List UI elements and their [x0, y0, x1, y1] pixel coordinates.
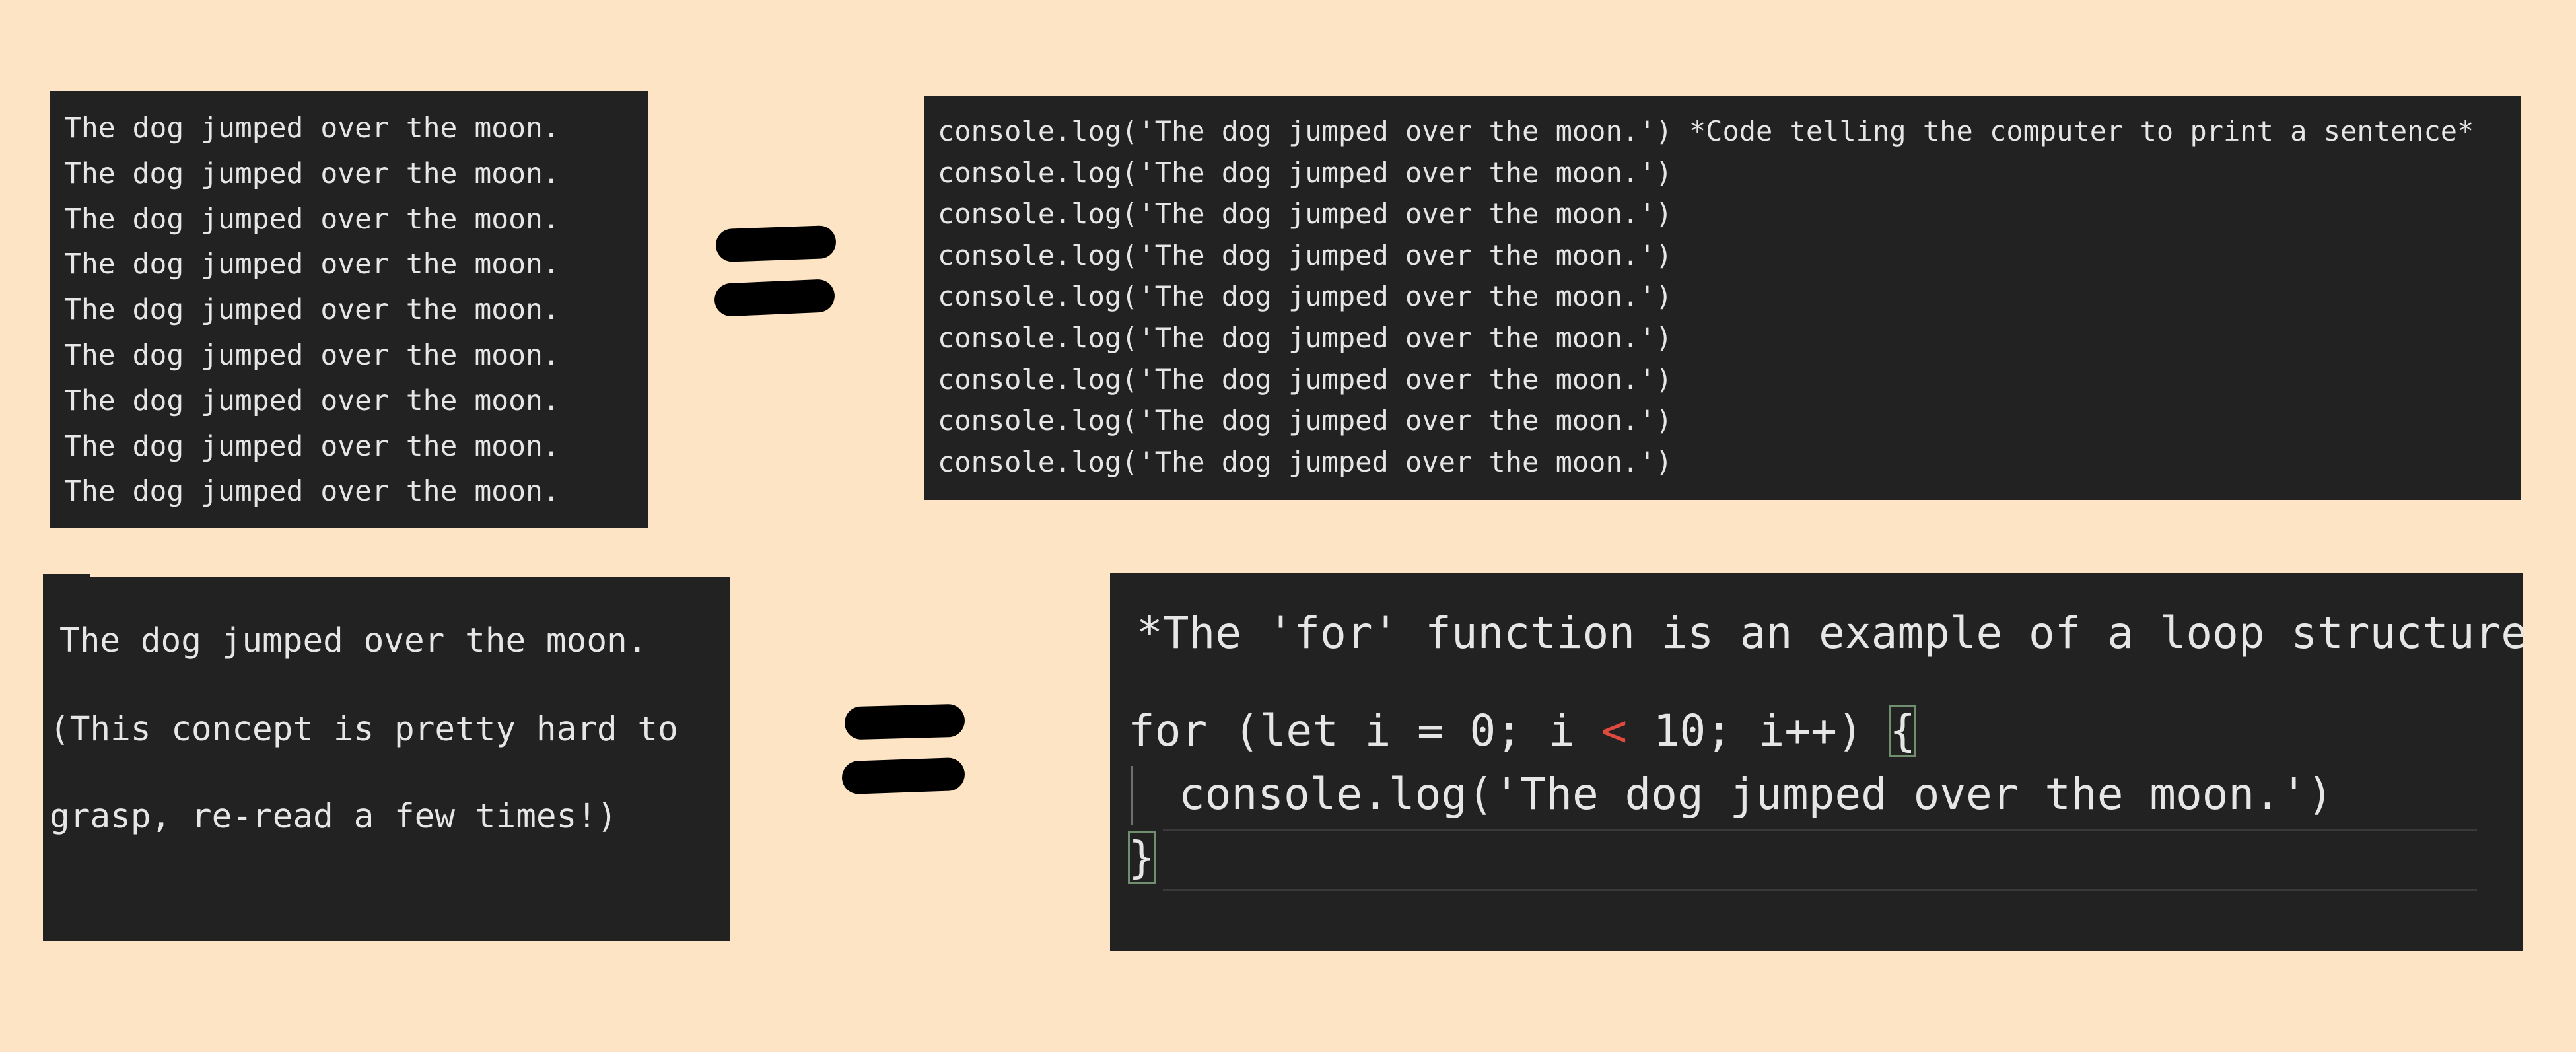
explanation-line: The dog jumped over the moon. [59, 621, 648, 660]
explanation-line: (This concept is pretty hard to [50, 710, 678, 749]
loop-code-panel: *The 'for' function is an example of a l… [1110, 573, 2523, 951]
code-line: console.log('The dog jumped over the moo… [938, 197, 1673, 230]
indent-guide [1131, 766, 1133, 825]
for-statement: for (let i = 0; i < 10; i++) { [1129, 705, 1917, 757]
panel-notch [43, 574, 90, 578]
output-line: The dog jumped over the moon. [64, 293, 560, 327]
explanation-line: grasp, re-read a few times!) [50, 797, 617, 836]
output-line: The dog jumped over the moon. [64, 384, 560, 417]
output-line: The dog jumped over the moon. [64, 112, 560, 145]
close-brace: } [1128, 831, 1156, 884]
equals-sign-top [713, 225, 837, 317]
output-panel: The dog jumped over the moon. The dog ju… [50, 91, 648, 528]
equals-sign-bottom [841, 703, 967, 798]
editor-line-guide [1163, 889, 2477, 891]
output-line: The dog jumped over the moon. [64, 157, 560, 190]
output-line: The dog jumped over the moon. [64, 475, 560, 508]
output-line: The dog jumped over the moon. [64, 202, 560, 236]
loop-comment: *The 'for' function is an example of a l… [1136, 608, 2523, 658]
code-line: console.log('The dog jumped over the moo… [938, 363, 1673, 396]
loop-body: console.log('The dog jumped over the moo… [1179, 769, 2334, 820]
less-than-operator: < [1601, 705, 1627, 756]
editor-line-guide [1163, 829, 2477, 831]
for-header-start: for (let i = 0; i [1129, 705, 1601, 756]
code-line: console.log('The dog jumped over the moo… [938, 115, 2474, 147]
code-line: console.log('The dog jumped over the moo… [938, 280, 1673, 313]
output-line: The dog jumped over the moon. [64, 338, 560, 372]
explanation-panel: The dog jumped over the moon. (This conc… [43, 574, 730, 941]
equals-bar [841, 757, 965, 795]
open-brace: { [1889, 705, 1917, 757]
equals-bar [715, 225, 837, 263]
output-line: The dog jumped over the moon. [64, 248, 560, 281]
code-panel: console.log('The dog jumped over the moo… [924, 96, 2521, 500]
code-line: console.log('The dog jumped over the moo… [938, 321, 1673, 354]
code-line: console.log('The dog jumped over the moo… [938, 238, 1673, 271]
code-line: console.log('The dog jumped over the moo… [938, 404, 1673, 437]
output-line: The dog jumped over the moon. [64, 429, 560, 463]
code-line: console.log('The dog jumped over the moo… [938, 445, 1673, 478]
code-line: console.log('The dog jumped over the moo… [938, 156, 1673, 189]
for-header-end: 10; i++) [1627, 705, 1890, 756]
equals-bar [844, 703, 965, 740]
equals-bar [713, 279, 836, 317]
